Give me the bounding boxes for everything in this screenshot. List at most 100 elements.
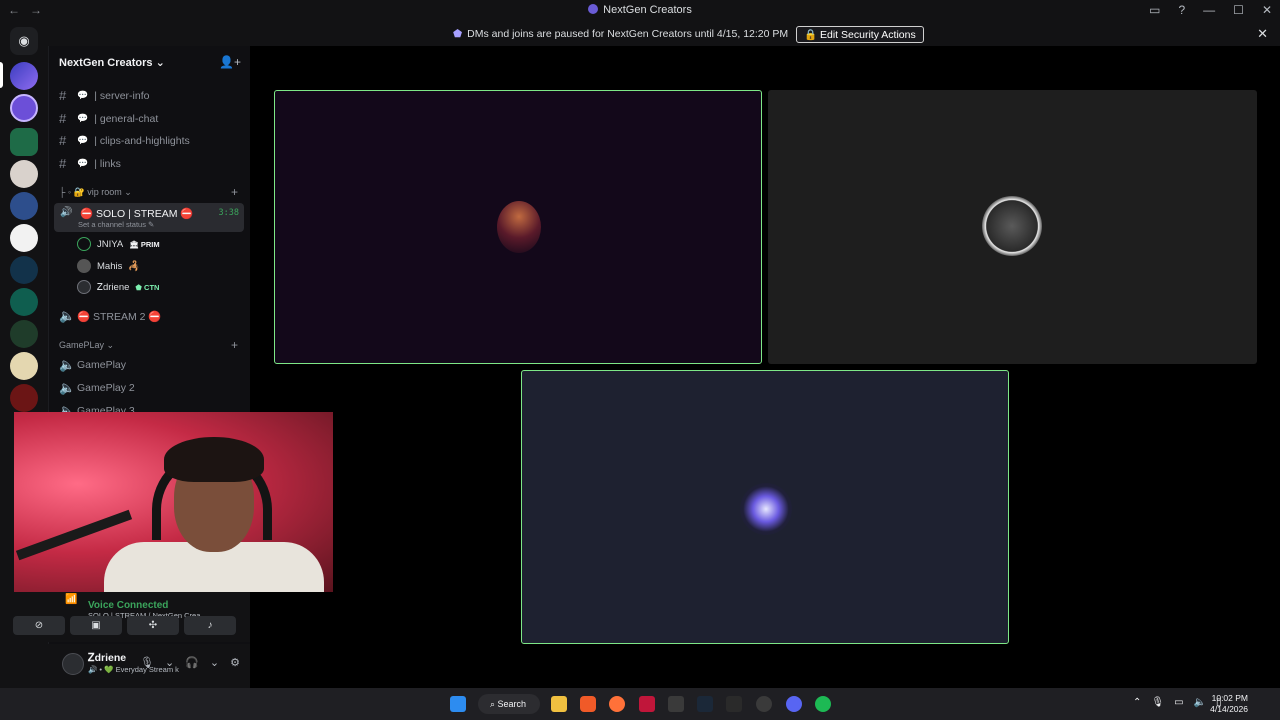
- chevron-up-icon[interactable]: ⌃: [1133, 697, 1141, 708]
- taskbar-search[interactable]: ⌕ Search: [478, 694, 540, 714]
- obs-icon[interactable]: [756, 696, 772, 712]
- system-tray: ⌃ 🎙 ▭ 🔈 ▯: [1133, 697, 1222, 708]
- edit-security-actions-button[interactable]: 🔒 Edit Security Actions: [796, 26, 924, 43]
- video-off-button[interactable]: ⊘: [13, 616, 65, 635]
- server-icon-a[interactable]: [10, 160, 38, 188]
- maximize-icon[interactable]: ☐: [1233, 3, 1244, 17]
- close-notice-icon[interactable]: ✕: [1257, 26, 1268, 42]
- add-channel-icon[interactable]: +: [231, 338, 238, 352]
- app-g-icon[interactable]: [726, 696, 742, 712]
- server-icon-g[interactable]: [10, 352, 38, 380]
- file-explorer-icon[interactable]: [551, 696, 567, 712]
- app-game-icon[interactable]: [668, 696, 684, 712]
- voice-channel-solo-stream[interactable]: 🔊 ⛔ SOLO | STREAM ⛔ 3:38 Set a channel s…: [54, 203, 244, 232]
- user-controls: 🎙 ⌄ 🎧 ⌄ ⚙: [140, 656, 240, 669]
- activities-button[interactable]: ✣: [127, 616, 179, 635]
- microphone-icon[interactable]: 🎙: [140, 656, 154, 669]
- brave-browser-icon[interactable]: [580, 696, 596, 712]
- channel-links[interactable]: # 💬 | links: [59, 156, 121, 171]
- discord-home-icon[interactable]: ◉: [10, 27, 38, 55]
- soundboard-button[interactable]: ♪: [184, 616, 236, 635]
- avatar[interactable]: [62, 653, 84, 675]
- server-icon-f[interactable]: [10, 320, 38, 348]
- connection-signal-icon[interactable]: 📶: [65, 594, 77, 605]
- channel-label: | general-chat: [94, 112, 159, 125]
- voice-user-adriene[interactable]: Ꮓdriene ⬟ CTN: [77, 280, 159, 294]
- voice-channel-gameplay[interactable]: 🔈 GamePlay: [59, 357, 126, 373]
- speech-bubble-icon: 💬: [77, 113, 89, 123]
- chevron-down-icon[interactable]: ⌄: [210, 656, 219, 669]
- category-vip-room[interactable]: ├ ◦ 🔐 vip room ⌄: [59, 187, 132, 198]
- emoji-badge: 🦂: [128, 260, 141, 272]
- server-icon-b[interactable]: [10, 192, 38, 220]
- hash-icon: #: [59, 156, 67, 171]
- microphone-icon[interactable]: 🎙: [1151, 697, 1164, 708]
- channel-general-chat[interactable]: # 💬 | general-chat: [59, 111, 158, 126]
- volume-icon[interactable]: 🔈: [1194, 697, 1206, 708]
- selected-server-pill: [0, 62, 3, 88]
- participant-tile-mahis[interactable]: [768, 90, 1257, 364]
- firefox-icon[interactable]: [609, 696, 625, 712]
- discord-taskbar-icon[interactable]: [786, 696, 802, 712]
- help-icon[interactable]: ?: [1178, 3, 1185, 17]
- voice-user-name: Ꮓdriene: [97, 281, 130, 293]
- channel-server-info[interactable]: # 💬 | server-info: [59, 88, 149, 103]
- window-title-text: NextGen Creators: [603, 4, 692, 16]
- channel-label: | server-info: [94, 89, 150, 102]
- voice-channel-label: STREAM 2: [93, 310, 146, 323]
- clock-date: 4/14/2026: [1210, 704, 1248, 714]
- voice-channel-stream-2[interactable]: 🔈 ⛔ STREAM 2 ⛔: [59, 308, 162, 324]
- participant-tile-adriene[interactable]: [521, 370, 1009, 644]
- app-a-icon[interactable]: [639, 696, 655, 712]
- category-gameplay[interactable]: GamePLay ⌄: [59, 340, 114, 351]
- category-label: GamePLay: [59, 340, 105, 350]
- windows-start-icon[interactable]: [450, 696, 466, 712]
- chevron-down-icon[interactable]: ⌄: [165, 656, 174, 669]
- server-folder-icon[interactable]: [10, 128, 38, 156]
- window-controls: ▭ ? — ☐ ✕: [1149, 3, 1272, 17]
- server-name-header[interactable]: NextGen Creators ⌄: [59, 56, 165, 69]
- channel-status-hint[interactable]: Set a channel status ✎: [78, 220, 154, 229]
- inbox-icon[interactable]: ▭: [1149, 3, 1160, 17]
- voice-channel-gameplay-2[interactable]: 🔈 GamePlay 2: [59, 380, 135, 396]
- voice-user-name: JNIYA: [97, 238, 124, 250]
- participant-avatar: [982, 196, 1042, 256]
- security-notice-message: ⬟ DMs and joins are paused for NextGen Cr…: [453, 28, 788, 40]
- voice-timer: 3:38: [218, 208, 239, 218]
- server-icon-smile[interactable]: [10, 94, 38, 122]
- taskbar-clock[interactable]: 10:02 PM 4/14/2026: [1210, 693, 1248, 715]
- server-icon-e[interactable]: [10, 288, 38, 316]
- server-icon-h[interactable]: [10, 384, 38, 412]
- server-icon-d[interactable]: [10, 256, 38, 284]
- network-icon[interactable]: ▭: [1174, 697, 1183, 708]
- title-bar: ← → NextGen Creators ▭ ? — ☐ ✕: [0, 0, 1280, 22]
- channel-clips-and-highlights[interactable]: # 💬 | clips-and-highlights: [59, 133, 190, 148]
- server-icon-nextgen[interactable]: [10, 62, 38, 90]
- hash-icon: #: [59, 133, 67, 148]
- minimize-icon[interactable]: —: [1203, 3, 1215, 17]
- speech-bubble-icon: 💬: [77, 158, 89, 168]
- voice-user-jniya[interactable]: JNIYA 🏛 PRIM: [77, 237, 160, 251]
- add-channel-icon[interactable]: +: [231, 185, 238, 199]
- participant-tile-jniya[interactable]: [274, 90, 762, 364]
- server-tag-badge: ⬟ CTN: [135, 282, 160, 292]
- screen-share-button[interactable]: ▣: [70, 616, 122, 635]
- gear-icon[interactable]: ⚙: [230, 656, 240, 669]
- headphones-icon[interactable]: 🎧: [185, 656, 199, 669]
- voice-channel-label: GamePlay: [77, 359, 127, 371]
- user-name[interactable]: Ꮓdriene: [88, 652, 126, 665]
- shield-icon: ⬟: [453, 28, 463, 40]
- spotify-icon[interactable]: [815, 696, 831, 712]
- server-icon-c[interactable]: [10, 224, 38, 252]
- voice-user-mahis[interactable]: Mahis 🦂: [77, 259, 140, 273]
- steam-icon[interactable]: [697, 696, 713, 712]
- close-window-icon[interactable]: ✕: [1262, 3, 1272, 17]
- person-hair: [164, 437, 264, 482]
- category-label: vip room: [87, 187, 122, 197]
- chevron-down-icon: ⌄: [155, 57, 165, 69]
- server-tag-text: PRIM: [140, 239, 160, 249]
- clock-time: 10:02 PM: [1211, 693, 1248, 703]
- invite-people-icon[interactable]: 👤+: [219, 55, 241, 69]
- hash-icon: #: [59, 111, 67, 126]
- voice-channel-name: ⛔ SOLO | STREAM ⛔: [80, 208, 194, 220]
